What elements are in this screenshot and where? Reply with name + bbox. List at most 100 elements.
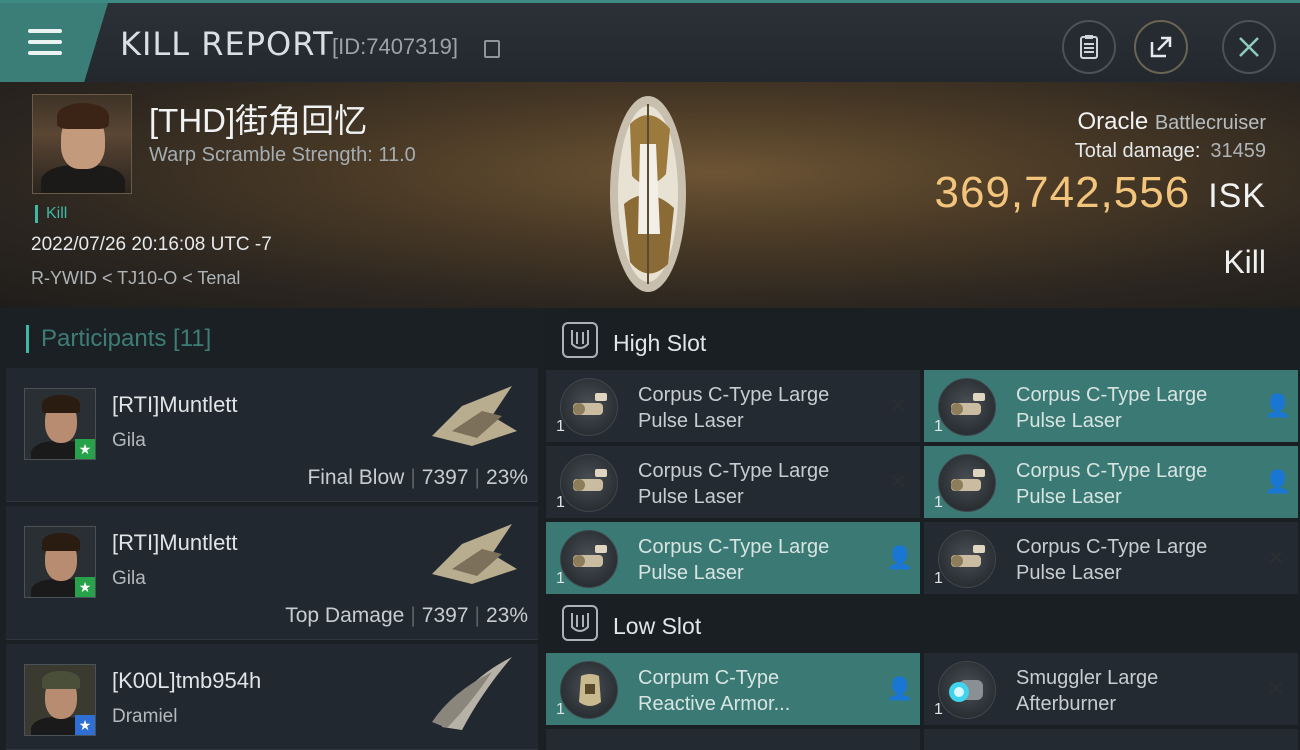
module-name-line1: Corpum C-Type [638,667,780,689]
participant-ship-image [432,657,512,730]
hamburger-menu-button[interactable] [0,3,108,82]
participant-damage: 7397 [421,466,469,489]
participant-ship-image [432,386,517,446]
user-icon: 👤 [886,545,914,570]
participant-tag: Top Damage [285,604,405,627]
module-item[interactable]: 1 Corpus C-Type Large Pulse Laser 👤 [546,522,920,594]
avatar-hat [42,671,80,689]
high-slot-header: High Slot [548,314,1300,370]
pulse-laser-icon [560,378,618,436]
ship-name: Oracle Battlecruiser [1077,108,1266,136]
module-name-line1: Smuggler Large [1016,667,1159,689]
page-title: KILL REPORT [120,25,334,63]
kill-timestamp: 2022/07/26 20:16:08 UTC -7 [31,234,272,255]
pulse-laser-icon [560,454,618,512]
module-name: Smuggler Large Afterburner [1016,665,1246,717]
participant-ship: Gila [112,430,146,451]
module-name: Corpus C-Type Large Pulse Laser [1016,458,1246,510]
participant-name: [RTI]Muntlett [112,392,238,417]
module-item[interactable]: 1 Smuggler Large Afterburner ✕ [924,653,1298,725]
module-name: Corpus C-Type Large Pulse Laser [1016,382,1246,434]
participant-row[interactable]: ★ [K00L]tmb954h Dramiel [6,644,538,750]
afterburner-icon [938,661,996,719]
participant-avatar: ★ [24,664,96,736]
participant-stats: Top Damage | 7397 | 23% [285,604,528,628]
module-name-line2: Afterburner [1016,693,1117,715]
isk-value: 369,742,556 ISK [935,168,1267,218]
participant-tag: Final Blow [307,466,405,489]
isk-amount: 369,742,556 [934,168,1191,217]
low-slot-icon [562,605,598,641]
participants-title[interactable]: Participants [11] [26,325,211,353]
module-name-line2: Pulse Laser [1016,486,1122,508]
armor-hardener-icon [560,661,618,719]
module-name-line1: Corpus C-Type Large [638,460,830,482]
participant-ship-image [432,524,517,584]
menu-bar-icon [28,51,62,55]
participant-percent: 23% [485,466,528,489]
result-label: Kill [1223,244,1266,280]
module-qty: 1 [934,418,943,435]
module-item[interactable]: 1 Corpus C-Type Large Pulse Laser 👤 [924,370,1298,442]
module-item-partial[interactable] [546,729,920,750]
x-icon: ✕ [1266,676,1286,701]
module-item[interactable]: 1 Corpus C-Type Large Pulse Laser ✕ [546,370,920,442]
ship-class: Battlecruiser [1154,112,1266,134]
share-icon [1150,36,1172,58]
star-icon: ★ [75,439,95,459]
module-qty: 1 [934,570,943,587]
clipboard-icon [1080,35,1098,59]
clipboard-button[interactable] [1062,20,1116,74]
x-icon: ✕ [1266,545,1286,570]
low-slot-title: Low Slot [613,613,702,639]
module-name-line2: Reactive Armor... [638,693,791,715]
module-item[interactable]: 1 Corpum C-Type Reactive Armor... 👤 [546,653,920,725]
module-name-line2: Pulse Laser [638,562,744,584]
victim-portrait[interactable] [32,94,132,194]
ship-type: Oracle [1077,108,1149,135]
warp-scramble-strength: Warp Scramble Strength: 11.0 [149,144,416,166]
kill-tag: Kill [35,205,67,223]
module-qty: 1 [556,494,565,511]
module-name: Corpus C-Type Large Pulse Laser [638,534,868,586]
participant-percent: 23% [485,604,528,627]
high-slot-title: High Slot [613,330,707,356]
pulse-laser-icon [938,378,996,436]
module-name-line2: Pulse Laser [1016,562,1122,584]
header-bar: KILL REPORT [ID:7407319] [0,0,1300,82]
participant-row[interactable]: ★ [RTI]Muntlett Gila Final Blow | 7397 | 23% [6,368,538,502]
star-icon: ★ [75,577,95,597]
total-damage-label: Total damage: [1074,140,1201,162]
module-name-line2: Pulse Laser [638,486,744,508]
module-name-line1: Corpus C-Type Large [1016,384,1208,406]
participant-avatar: ★ [24,388,96,460]
separator: | [410,604,416,627]
isk-unit: ISK [1208,177,1266,215]
share-button[interactable] [1134,20,1188,74]
module-qty: 1 [556,701,565,718]
participant-row[interactable]: ★ [RTI]Muntlett Gila Top Damage | 7397 | 23% [6,506,538,640]
module-name-line1: Corpus C-Type Large [638,536,830,558]
menu-bar-icon [28,29,62,33]
low-slot-header: Low Slot [548,597,1300,653]
copy-id-icon[interactable] [484,40,500,58]
participant-name: [RTI]Muntlett [112,530,238,555]
separator: | [410,466,416,489]
module-qty: 1 [556,570,565,587]
module-name: Corpum C-Type Reactive Armor... [638,665,868,717]
module-item-partial[interactable] [924,729,1298,750]
module-item[interactable]: 1 Corpus C-Type Large Pulse Laser ✕ [546,446,920,518]
total-damage: Total damage: 31459 [1075,140,1266,163]
module-item[interactable]: 1 Corpus C-Type Large Pulse Laser 👤 [924,446,1298,518]
close-button[interactable] [1222,20,1276,74]
module-qty: 1 [934,701,943,718]
x-icon: ✕ [888,469,908,494]
kill-location: R-YWID < TJ10-O < Tenal [31,268,241,288]
module-name-line2: Pulse Laser [638,410,744,432]
user-icon: 👤 [1264,393,1292,418]
avatar-hair [42,395,80,413]
module-name-line2: Pulse Laser [1016,410,1122,432]
victim-name[interactable]: [THD]街角回忆 [149,94,367,142]
module-item[interactable]: 1 Corpus C-Type Large Pulse Laser ✕ [924,522,1298,594]
menu-bar-icon [28,40,62,44]
